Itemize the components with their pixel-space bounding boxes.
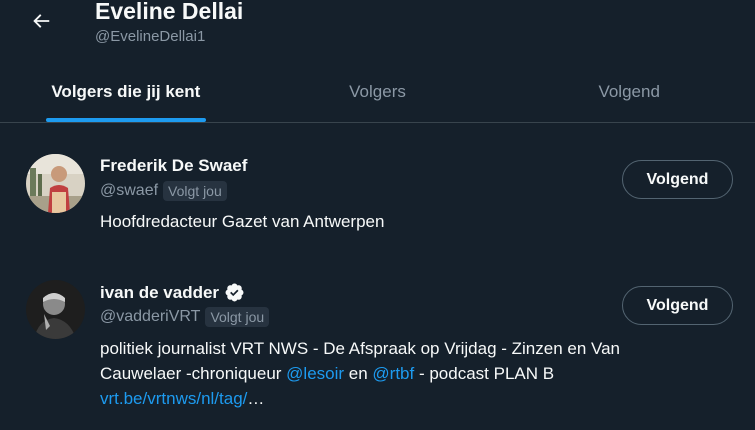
tab-followers[interactable]: Volgers [252, 62, 504, 122]
active-tab-indicator [45, 118, 206, 122]
mention-link-lesoir[interactable]: @lesoir [286, 364, 344, 383]
user-cell[interactable]: ivan de vadder @vadderiVRT Volgt jou pol… [0, 250, 755, 430]
bio-ellipsis: … [247, 389, 265, 408]
tab-bar: Volgers die jij kent Volgers Volgend [0, 62, 755, 123]
user-name-text: ivan de vadder [100, 282, 220, 302]
tab-followers-you-know[interactable]: Volgers die jij kent [0, 62, 252, 122]
avatar-image [26, 280, 85, 339]
user-bio: politiek journalist VRT NWS - De Afspraa… [100, 336, 700, 411]
user-bio: Hoofdredacteur Gazet van Antwerpen [100, 212, 385, 231]
avatar[interactable] [26, 280, 85, 339]
user-handle[interactable]: @vadderiVRT [100, 308, 200, 326]
tab-label: Volgers [349, 82, 406, 101]
mention-link-rtbf[interactable]: @rtbf [372, 364, 414, 383]
tab-label: Volgend [598, 82, 660, 101]
bio-text: - podcast PLAN B [414, 364, 555, 383]
follows-you-badge: Volgt jou [163, 181, 227, 201]
bio-text: en [344, 364, 373, 383]
profile-header: Eveline Dellai @EvelineDellai1 [0, 0, 755, 60]
user-handle[interactable]: @swaef [100, 182, 158, 200]
following-button[interactable]: Volgend [622, 286, 733, 325]
user-handle-row: @swaef Volgt jou [100, 181, 227, 201]
user-name-text: Frederik De Swaef [100, 156, 248, 175]
follows-you-badge: Volgt jou [205, 307, 270, 327]
tab-label: Volgers die jij kent [51, 82, 201, 101]
page-title: Eveline Dellai [95, 0, 244, 24]
user-name[interactable]: Frederik De Swaef [100, 156, 247, 176]
user-handle-row: @vadderiVRT Volgt jou [100, 307, 270, 327]
tab-following[interactable]: Volgend [503, 62, 755, 122]
user-cell[interactable]: Frederik De Swaef @swaef Volgt jou Hoofd… [0, 124, 755, 250]
verified-badge-icon [225, 283, 244, 302]
user-name[interactable]: ivan de vadder [100, 282, 245, 303]
page-subtitle-handle: @EvelineDellai1 [95, 28, 206, 45]
arrow-left-icon [33, 14, 50, 28]
avatar-image [26, 154, 85, 213]
url-link[interactable]: vrt.be/vrtnws/nl/tag/ [100, 389, 247, 408]
avatar[interactable] [26, 154, 85, 213]
back-button[interactable] [22, 2, 60, 40]
following-button[interactable]: Volgend [622, 160, 733, 199]
